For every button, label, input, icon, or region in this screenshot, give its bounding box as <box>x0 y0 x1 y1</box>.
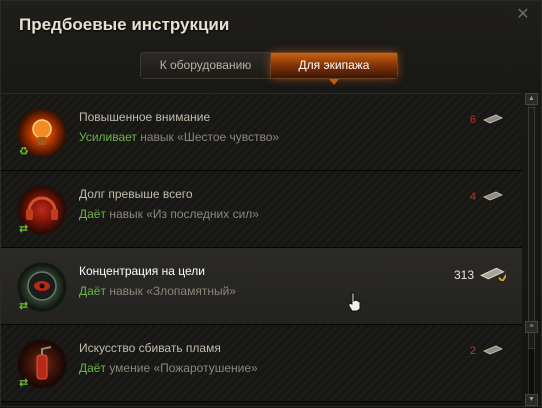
scrollbar[interactable]: ▲ ≡ ▼ <box>524 93 538 406</box>
item-skill: навык «Злопамятный» <box>105 284 236 298</box>
tab-equipment[interactable]: К оборудованию <box>141 53 271 78</box>
item-skill: навык «Шестое чувство» <box>136 130 280 144</box>
tab-crew[interactable]: Для экипажа <box>271 53 397 85</box>
item-count: 313 <box>453 268 474 282</box>
scroll-down-icon[interactable]: ▼ <box>525 394 538 406</box>
instructions-list: ♻ Повышенное внимание Усиливает навык «Ш… <box>1 93 522 408</box>
exchange-icon: ⇄ <box>19 300 29 312</box>
hand-cursor-icon <box>348 292 361 312</box>
bond-currency-icon <box>483 345 503 355</box>
item-count: 6 <box>469 114 476 126</box>
active-tab-caret-icon <box>329 79 339 85</box>
item-name: Искусство сбивать пламя <box>79 341 221 355</box>
item-count: 4 <box>469 191 476 203</box>
exchange-icon: ⇄ <box>19 223 29 235</box>
lightbulb-icon: ♻ <box>15 106 69 160</box>
item-count: 2 <box>469 345 476 357</box>
item-verb: Усиливает <box>79 130 137 144</box>
list-item-duty-above-all[interactable]: ⇄ Долг превыше всего Даёт навык «Из посл… <box>1 171 522 248</box>
fire-extinguisher-icon: ⇄ <box>15 337 69 391</box>
recycle-icon: ♻ <box>19 146 29 158</box>
item-verb: Даёт <box>79 361 106 375</box>
bond-currency-icon <box>483 191 503 201</box>
pre-battle-instructions-window: Предбоевые инструкции ✕ К оборудованию Д… <box>0 0 542 407</box>
item-skill: навык «Из последних сил» <box>105 207 259 221</box>
headphones-icon: ⇄ <box>15 183 69 237</box>
scroll-thumb[interactable] <box>528 107 535 349</box>
scroll-up-icon[interactable]: ▲ <box>525 93 538 105</box>
item-name: Повышенное внимание <box>79 110 211 124</box>
list-item-firefighting[interactable]: ⇄ Искусство сбивать пламя Даёт умение «П… <box>1 325 522 402</box>
tab-crew-label: Для экипажа <box>298 58 370 72</box>
item-name: Долг превыше всего <box>79 187 193 201</box>
bond-currency-icon <box>483 114 503 124</box>
item-description: Даёт навык «Злопамятный» <box>79 284 236 298</box>
item-description: Даёт умение «Пожаротушение» <box>79 361 258 375</box>
target-eye-icon: ⇄ <box>15 260 69 314</box>
item-name: Концентрация на цели <box>79 264 205 278</box>
list-item-target-concentration[interactable]: ⇄ Концентрация на цели Даёт навык «Злопа… <box>1 248 522 325</box>
tab-switcher: К оборудованию Для экипажа <box>140 52 398 85</box>
item-verb: Даёт <box>79 207 106 221</box>
bond-currency-icon <box>480 267 506 281</box>
item-skill: умение «Пожаротушение» <box>105 361 258 375</box>
scroll-grip-icon[interactable]: ≡ <box>525 321 538 333</box>
window-title: Предбоевые инструкции <box>19 15 230 34</box>
exchange-icon: ⇄ <box>19 377 29 389</box>
item-description: Даёт навык «Из последних сил» <box>79 207 259 221</box>
item-description: Усиливает навык «Шестое чувство» <box>79 130 279 144</box>
close-icon[interactable]: ✕ <box>515 7 531 23</box>
list-item-heightened-attention[interactable]: ♻ Повышенное внимание Усиливает навык «Ш… <box>1 94 522 171</box>
item-verb: Даёт <box>79 284 106 298</box>
